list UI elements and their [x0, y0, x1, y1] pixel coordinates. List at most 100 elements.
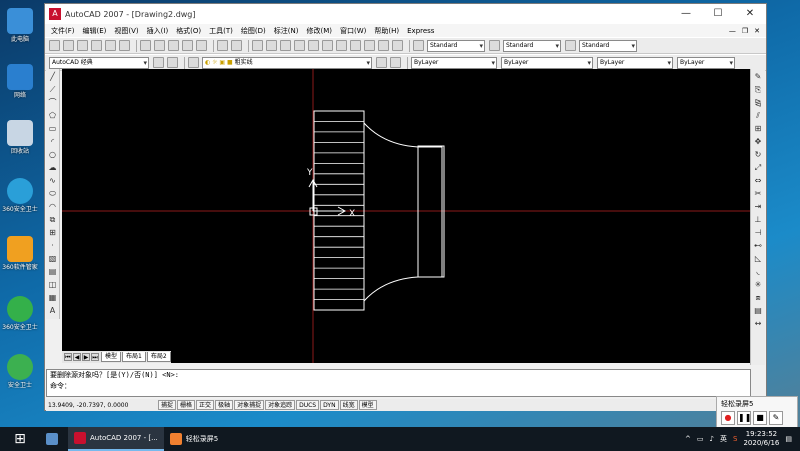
- tab-layout2[interactable]: 布局2: [146, 352, 171, 362]
- command-prompt[interactable]: 命令：: [47, 381, 750, 392]
- region-icon[interactable]: ◫: [47, 279, 58, 290]
- cut-icon[interactable]: [140, 40, 151, 51]
- doc-restore-icon[interactable]: ❐: [742, 27, 748, 35]
- notification-icon[interactable]: ▤: [785, 435, 792, 443]
- maximize-button[interactable]: ☐: [702, 4, 734, 24]
- tab-prev-icon[interactable]: ◀: [73, 353, 81, 361]
- ime-sogou-icon[interactable]: S: [733, 435, 737, 443]
- table-icon[interactable]: ▦: [47, 292, 58, 303]
- linetype-select[interactable]: ByLayer: [501, 56, 593, 69]
- taskbar-app-recorder[interactable]: 轻松录屏5: [164, 427, 224, 451]
- drawing-canvas[interactable]: X Y: [62, 69, 750, 363]
- make-current-layer-icon[interactable]: [376, 57, 387, 68]
- start-button[interactable]: ⊞: [0, 427, 40, 451]
- arc-icon[interactable]: ◜: [47, 136, 58, 147]
- properties-icon[interactable]: [308, 40, 319, 51]
- rectangle-icon[interactable]: ▭: [47, 123, 58, 134]
- grid-toggle[interactable]: 栅格: [177, 400, 196, 410]
- tab-next-icon[interactable]: ▶: [82, 353, 90, 361]
- ellipse-icon[interactable]: ⬭: [47, 188, 58, 199]
- menu-modify[interactable]: 修改(M): [302, 26, 336, 36]
- chamfer-icon[interactable]: ◺: [753, 253, 764, 264]
- otrack-toggle[interactable]: 对象追踪: [265, 400, 296, 410]
- print-icon[interactable]: [91, 40, 102, 51]
- point-icon[interactable]: ·: [47, 240, 58, 251]
- zoom-window-icon[interactable]: [280, 40, 291, 51]
- desktop-icon-this-pc[interactable]: 此电脑: [2, 8, 38, 43]
- layer-manager-icon[interactable]: [188, 57, 199, 68]
- explode-icon[interactable]: ✳: [753, 279, 764, 290]
- menu-dimension[interactable]: 标注(N): [270, 26, 303, 36]
- menu-help[interactable]: 帮助(H): [370, 26, 403, 36]
- taskbar-app-autocad[interactable]: AutoCAD 2007 - [...: [68, 427, 164, 451]
- menu-express[interactable]: Express: [403, 27, 438, 35]
- save-icon[interactable]: [77, 40, 88, 51]
- open-icon[interactable]: [63, 40, 74, 51]
- erase-icon[interactable]: ✎: [753, 71, 764, 82]
- workspace-save-icon[interactable]: [167, 57, 178, 68]
- menu-tools[interactable]: 工具(T): [205, 26, 237, 36]
- gradient-icon[interactable]: ▤: [47, 266, 58, 277]
- publish-icon[interactable]: [119, 40, 130, 51]
- draw-order-icon[interactable]: ⧈: [753, 292, 764, 303]
- desktop-icon-360-software[interactable]: 360软件管家: [2, 236, 38, 271]
- calculator-icon[interactable]: [378, 40, 389, 51]
- circle-icon[interactable]: ○: [47, 149, 58, 160]
- tab-model[interactable]: 模型: [101, 352, 122, 362]
- markup-icon[interactable]: [364, 40, 375, 51]
- preview-icon[interactable]: [105, 40, 116, 51]
- plotstyle-select[interactable]: ByLayer: [677, 56, 735, 69]
- extend-icon[interactable]: ⇥: [753, 201, 764, 212]
- rotate-icon[interactable]: ↻: [753, 149, 764, 160]
- zoom-realtime-icon[interactable]: [266, 40, 277, 51]
- dim-style-select[interactable]: Standard: [503, 39, 561, 52]
- make-block-icon[interactable]: ⊞: [47, 227, 58, 238]
- doc-close-icon[interactable]: ✕: [754, 27, 760, 35]
- command-window[interactable]: 要删除源对象吗？[是(Y)/否(N)] <N>: 命令：: [46, 369, 751, 397]
- mirror-icon[interactable]: ⧎: [753, 97, 764, 108]
- model-toggle[interactable]: 模型: [358, 400, 377, 410]
- menu-window[interactable]: 窗口(W): [336, 26, 370, 36]
- polyline-icon[interactable]: ⌒: [47, 97, 58, 108]
- menu-file[interactable]: 文件(F): [47, 26, 79, 36]
- menu-view[interactable]: 视图(V): [110, 26, 142, 36]
- ellipse-arc-icon[interactable]: ◠: [47, 201, 58, 212]
- zoom-previous-icon[interactable]: [294, 40, 305, 51]
- spline-icon[interactable]: ∿: [47, 175, 58, 186]
- desktop-icon-360-safe[interactable]: 360安全卫士: [2, 178, 38, 213]
- menu-edit[interactable]: 编辑(E): [79, 26, 111, 36]
- tab-last-icon[interactable]: ⏭: [91, 353, 99, 361]
- scale-icon[interactable]: ⤢: [753, 162, 764, 173]
- ortho-toggle[interactable]: 正交: [196, 400, 215, 410]
- stretch-icon[interactable]: ⇔: [753, 175, 764, 186]
- desktop-icon-recycle-bin[interactable]: 回收站: [2, 120, 38, 155]
- workspace-settings-icon[interactable]: [153, 57, 164, 68]
- color-select[interactable]: ByLayer: [411, 56, 497, 69]
- snap-toggle[interactable]: 捕捉: [158, 400, 177, 410]
- hatch-icon[interactable]: ▧: [47, 253, 58, 264]
- workspace-select[interactable]: AutoCAD 经典: [49, 56, 149, 69]
- menu-insert[interactable]: 插入(I): [143, 26, 173, 36]
- menu-format[interactable]: 格式(O): [172, 26, 205, 36]
- record-button[interactable]: ●: [721, 411, 735, 425]
- design-center-icon[interactable]: [322, 40, 333, 51]
- line-icon[interactable]: ╱: [47, 71, 58, 82]
- table-style-select[interactable]: Standard: [579, 39, 637, 52]
- match-properties-icon[interactable]: [182, 40, 193, 51]
- layer-tools-icon[interactable]: ▤: [753, 305, 764, 316]
- osnap-toggle[interactable]: 对象捕捉: [234, 400, 265, 410]
- lineweight-toggle[interactable]: 线宽: [339, 400, 358, 410]
- break-at-point-icon[interactable]: ⊥: [753, 214, 764, 225]
- tray-expand-icon[interactable]: ^: [685, 435, 691, 443]
- doc-minimize-icon[interactable]: —: [729, 27, 736, 35]
- tab-layout1[interactable]: 布局1: [122, 352, 146, 362]
- construction-line-icon[interactable]: ⟋: [47, 84, 58, 95]
- layer-previous-icon[interactable]: [390, 57, 401, 68]
- array-icon[interactable]: ⊞: [753, 123, 764, 134]
- ime-indicator[interactable]: 英: [720, 434, 727, 444]
- clock[interactable]: 19:23:52 2020/6/16: [743, 430, 779, 448]
- polar-toggle[interactable]: 极轴: [215, 400, 234, 410]
- volume-icon[interactable]: ♪: [710, 435, 714, 443]
- move-icon[interactable]: ✥: [753, 136, 764, 147]
- revcloud-icon[interactable]: ☁: [47, 162, 58, 173]
